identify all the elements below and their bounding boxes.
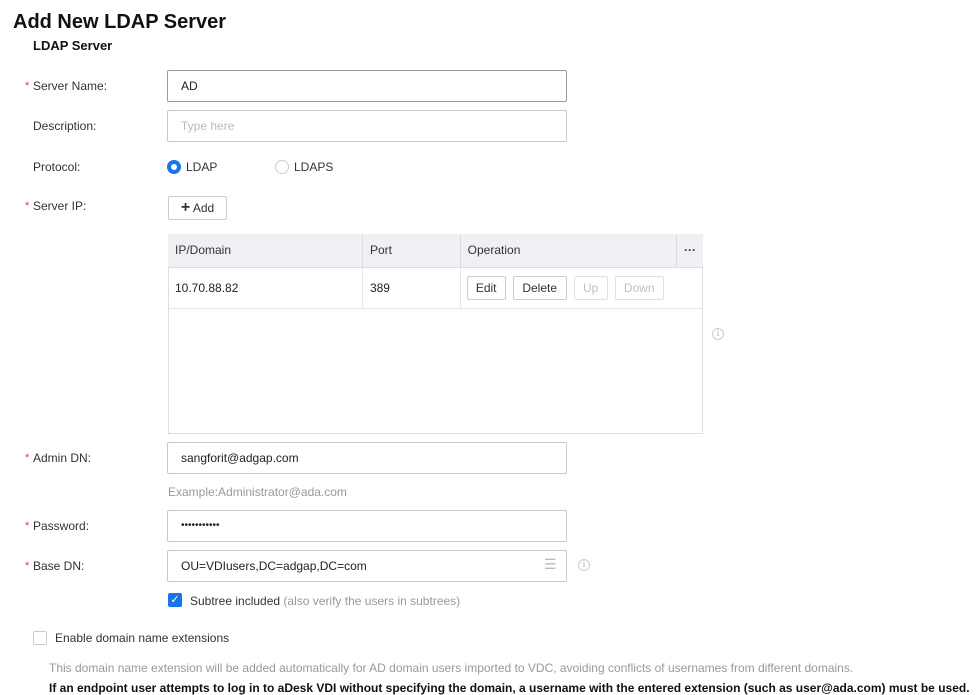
col-ip-domain: IP/Domain bbox=[168, 234, 363, 268]
description-label: Description: bbox=[33, 119, 97, 133]
password-input[interactable]: ••••••••••• bbox=[167, 510, 567, 542]
domain-ext-warning: If an endpoint user attempts to log in t… bbox=[49, 681, 970, 695]
subtree-checkbox[interactable]: ✓ bbox=[168, 593, 182, 607]
server-name-input[interactable]: AD bbox=[167, 70, 567, 102]
page-title: Add New LDAP Server bbox=[13, 11, 227, 33]
protocol-label: Protocol: bbox=[33, 160, 81, 174]
radio-ldap-label[interactable]: LDAP bbox=[186, 160, 217, 174]
radio-ldaps-label[interactable]: LDAPS bbox=[294, 160, 333, 174]
required-marker: * bbox=[25, 80, 30, 92]
base-dn-label: Base DN: bbox=[33, 559, 85, 573]
cell-ip: 10.70.88.82 bbox=[168, 267, 363, 309]
required-marker: * bbox=[25, 560, 30, 572]
admin-dn-label: Admin DN: bbox=[33, 451, 92, 465]
list-icon[interactable]: ☰ bbox=[544, 556, 557, 573]
subtree-label[interactable]: Subtree included (also verify the users … bbox=[190, 594, 460, 608]
domain-ext-label[interactable]: Enable domain name extensions bbox=[55, 631, 229, 645]
up-button[interactable]: Up bbox=[573, 275, 608, 300]
radio-ldaps[interactable] bbox=[275, 160, 289, 174]
column-options-button[interactable]: ··· bbox=[676, 234, 703, 268]
add-server-ip-button[interactable]: + Add bbox=[168, 196, 227, 220]
info-icon[interactable]: i bbox=[712, 328, 724, 340]
delete-button[interactable]: Delete bbox=[512, 275, 567, 300]
table-row: 10.70.88.82 389 Edit Delete Up Down bbox=[168, 267, 703, 309]
down-button[interactable]: Down bbox=[614, 275, 664, 300]
info-icon[interactable]: i bbox=[578, 559, 590, 571]
add-label: Add bbox=[192, 201, 215, 215]
subtree-label-text: Subtree included bbox=[190, 594, 281, 608]
admin-dn-input[interactable]: sangforit@adgap.com bbox=[167, 442, 567, 474]
col-port: Port bbox=[362, 234, 461, 268]
required-marker: * bbox=[25, 200, 30, 212]
admin-dn-hint: Example:Administrator@ada.com bbox=[168, 485, 347, 499]
subtree-note: (also verify the users in subtrees) bbox=[283, 594, 461, 608]
plus-icon: + bbox=[180, 199, 191, 216]
section-title: LDAP Server bbox=[33, 38, 113, 53]
col-operation: Operation bbox=[460, 234, 678, 268]
password-label: Password: bbox=[33, 519, 90, 533]
description-input[interactable]: Type here bbox=[167, 110, 567, 142]
server-ip-table: IP/Domain Port Operation ··· 10.70.88.82… bbox=[168, 234, 703, 309]
server-ip-label: Server IP: bbox=[33, 199, 87, 213]
edit-button[interactable]: Edit bbox=[466, 275, 506, 300]
domain-ext-note: This domain name extension will be added… bbox=[49, 661, 854, 675]
base-dn-input[interactable]: OU=VDIusers,DC=adgap,DC=com bbox=[167, 550, 567, 582]
radio-ldap[interactable] bbox=[167, 160, 181, 174]
server-name-label: Server Name: bbox=[33, 79, 108, 93]
domain-ext-checkbox[interactable] bbox=[33, 631, 47, 645]
required-marker: * bbox=[25, 520, 30, 532]
required-marker: * bbox=[25, 452, 30, 464]
cell-port: 389 bbox=[362, 267, 461, 309]
cell-operation: Edit Delete Up Down bbox=[460, 267, 703, 309]
